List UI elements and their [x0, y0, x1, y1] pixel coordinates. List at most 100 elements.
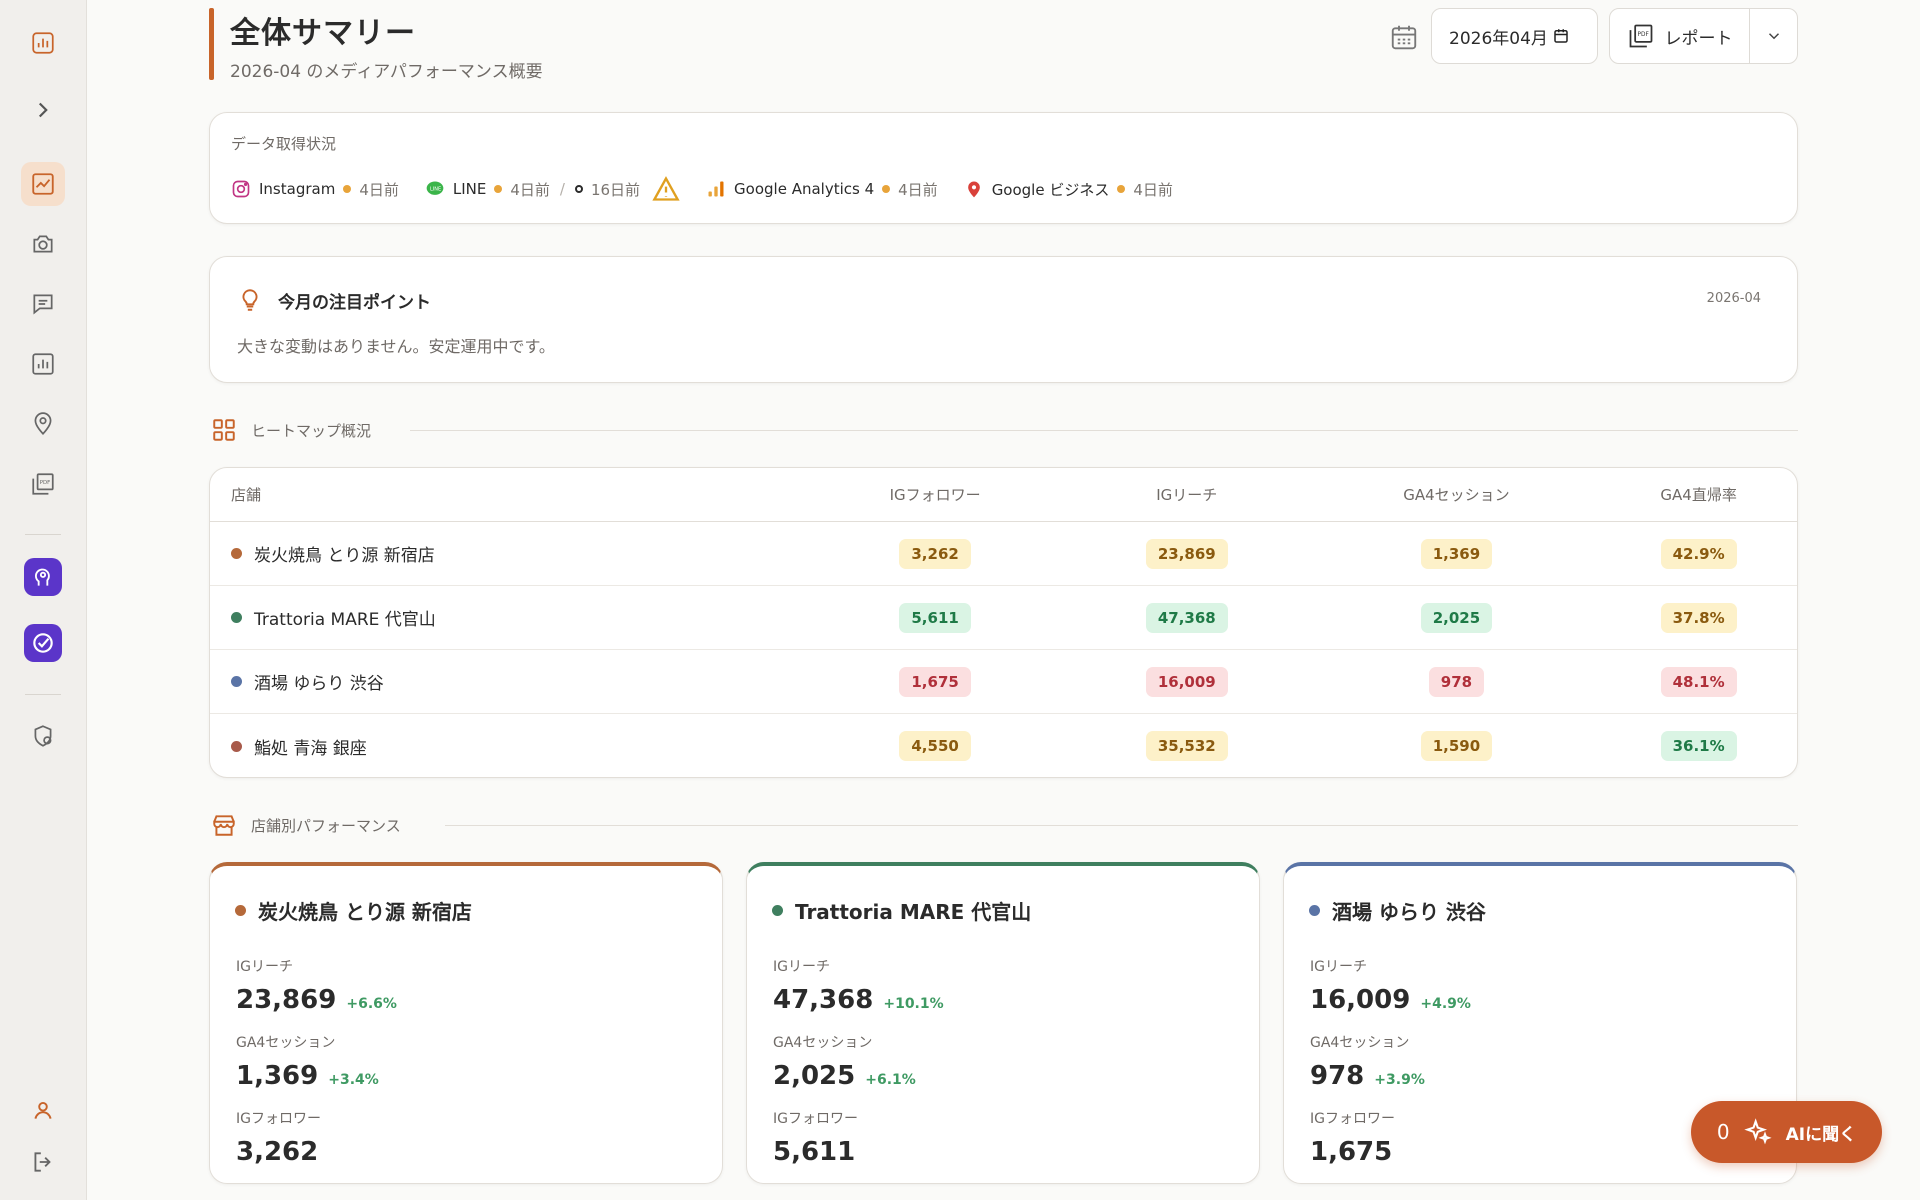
cell-ig-followers: 3,262	[809, 538, 1061, 569]
nav-tasks-check-icon[interactable]	[24, 624, 62, 662]
line-icon: LINE	[426, 181, 444, 195]
store-icon	[213, 815, 235, 836]
store-name: 酒場 ゆらり 渋谷	[1332, 900, 1486, 924]
section-divider	[410, 430, 1798, 431]
data-status-label: データ取得状況	[231, 135, 337, 153]
calendar-icon[interactable]	[1389, 22, 1419, 52]
cell-ga4-sessions: 1,369	[1313, 538, 1601, 569]
title-accent-bar	[209, 8, 214, 80]
cell-ga4-sessions: 1,590	[1313, 731, 1601, 761]
heat-value-badge: 5,611	[899, 602, 971, 633]
store-performance-card[interactable]: Trattoria MARE 代官山 IGリーチ 47,368 +10.1% GA4セッ…	[746, 862, 1260, 1184]
nav-summary-icon[interactable]	[21, 162, 65, 206]
heat-value-badge: 3,262	[899, 538, 971, 569]
grid-icon	[213, 419, 235, 441]
warning-icon[interactable]	[652, 175, 680, 203]
source-line: LINE LINE 4日前 / 16日前	[425, 175, 680, 203]
metric-label: IGリーチ	[773, 959, 830, 975]
heat-value-badge: 48.1%	[1660, 666, 1737, 697]
highlights-date: 2026-04	[1706, 291, 1761, 306]
metric-label: GA4セッション	[1310, 1035, 1410, 1051]
month-picker-input[interactable]: 2026年04月	[1431, 8, 1598, 64]
metric-label: IGフォロワー	[1310, 1111, 1395, 1127]
store-name: 鮨処 青海 銀座	[254, 738, 367, 759]
heat-value-badge: 1,369	[1420, 538, 1493, 569]
table-row[interactable]: Trattoria MARE 代官山 5,611 47,368 2,025 37.8%	[210, 586, 1797, 650]
metric-delta: +4.9%	[1420, 996, 1471, 1012]
metric-value-row: 2,025 +6.1%	[773, 1061, 916, 1091]
heatmap-section-title: ヒートマップ概況	[251, 421, 372, 440]
store-color-dot	[772, 905, 783, 916]
metric-label: GA4セッション	[236, 1035, 336, 1051]
metric-value-row: 3,262	[236, 1137, 318, 1167]
sidebar-divider	[25, 694, 61, 695]
highlights-title: 今月の注目ポイント	[278, 293, 431, 313]
nav-analytics-icon[interactable]	[21, 342, 65, 386]
svg-text:PDF: PDF	[40, 480, 51, 486]
metric-value: 3,262	[236, 1137, 319, 1167]
table-row[interactable]: 炭火焼鳥 とり源 新宿店 3,262 23,869 1,369 42.9%	[210, 522, 1797, 586]
metric-value-row: 1,675	[1310, 1137, 1392, 1167]
column-header-ig-followers: IGフォロワー	[889, 486, 981, 504]
heat-value-badge: 42.9%	[1660, 538, 1737, 569]
report-button[interactable]: PDF レポート	[1610, 9, 1750, 63]
nav-ai-assistant-icon[interactable]	[24, 558, 62, 596]
heat-value-badge: 1,590	[1420, 731, 1493, 761]
status-dot	[343, 185, 352, 193]
logout-icon[interactable]	[21, 1140, 65, 1184]
nav-location-pin-icon[interactable]	[21, 402, 65, 446]
data-status-card: データ取得状況 Instagram 4日前 LINE LINE 4日前 / 16…	[209, 112, 1798, 224]
status-dot	[882, 185, 891, 193]
data-status-sources: Instagram 4日前 LINE LINE 4日前 / 16日前 Googl…	[231, 175, 1199, 203]
source-age: 4日前	[359, 180, 399, 199]
cell-ga4-bounce: 48.1%	[1600, 666, 1797, 697]
store-performance-card[interactable]: 炭火焼鳥 とり源 新宿店 IGリーチ 23,869 +6.6% GA4セッション 1,36…	[209, 862, 723, 1184]
calendar-small-icon	[1554, 29, 1568, 43]
report-dropdown-button[interactable]	[1750, 9, 1797, 63]
table-row[interactable]: 酒場 ゆらり 渋谷 1,675 16,009 978 48.1%	[210, 650, 1797, 714]
nav-pdf-report-icon[interactable]: PDF	[21, 462, 65, 506]
source-age-secondary: 16日前	[590, 180, 641, 199]
pdf-icon: PDF	[1629, 24, 1652, 48]
sparkle-icon	[1743, 1118, 1772, 1145]
source-age: 4日前	[898, 180, 938, 199]
nav-admin-shield-icon[interactable]	[21, 714, 65, 758]
app-logo-icon[interactable]	[21, 21, 65, 65]
store-name: 酒場 ゆらり 渋谷	[254, 674, 384, 694]
store-color-dot	[231, 612, 242, 623]
source-name: Google Analytics 4	[734, 180, 875, 198]
metric-value-row: 47,368 +10.1%	[773, 985, 944, 1015]
store-cell: 鮨処 青海 銀座	[210, 734, 809, 759]
store-name: 炭火焼鳥 とり源 新宿店	[258, 900, 472, 924]
svg-text:LINE: LINE	[430, 187, 441, 193]
heatmap-section-header: ヒートマップ概況	[211, 417, 371, 443]
google-analytics-icon	[708, 181, 724, 197]
sidebar-divider	[25, 534, 61, 535]
ask-ai-button[interactable]: 0 AIに聞く	[1691, 1101, 1882, 1163]
heat-value-badge: 978	[1428, 666, 1485, 697]
section-divider	[445, 825, 1798, 826]
nav-instagram-camera-icon[interactable]	[21, 222, 65, 266]
column-header-ga4-sessions: GA4セッション	[1403, 486, 1510, 504]
user-account-icon[interactable]	[21, 1088, 65, 1132]
status-ring	[574, 185, 583, 193]
metric-delta: +10.1%	[883, 996, 944, 1012]
monthly-highlights-card: 今月の注目ポイント 2026-04 大きな変動はありません。安定運用中です。	[209, 256, 1798, 383]
metric-label: IGフォロワー	[236, 1111, 321, 1127]
column-header-store: 店舗	[231, 486, 262, 504]
chevron-down-icon	[1768, 33, 1779, 40]
metric-delta: +3.9%	[1374, 1072, 1425, 1088]
nav-line-message-icon[interactable]	[21, 282, 65, 326]
performance-section-header: 店舗別パフォーマンス	[211, 812, 401, 838]
metric-value: 2,025	[773, 1061, 856, 1091]
store-color-dot	[231, 548, 242, 559]
page-title: 全体サマリー	[230, 16, 416, 51]
store-card-title: Trattoria MARE 代官山	[772, 896, 1031, 925]
table-row[interactable]: 鮨処 青海 銀座 4,550 35,532 1,590 36.1%	[210, 714, 1797, 777]
expand-sidebar-icon[interactable]	[21, 88, 65, 132]
heat-value-badge: 37.8%	[1660, 602, 1737, 633]
column-header-ga4-bounce: GA4直帰率	[1660, 486, 1737, 504]
cell-ga4-sessions: 2,025	[1313, 602, 1601, 633]
metric-value: 978	[1310, 1061, 1365, 1091]
metric-label: IGリーチ	[236, 959, 293, 975]
